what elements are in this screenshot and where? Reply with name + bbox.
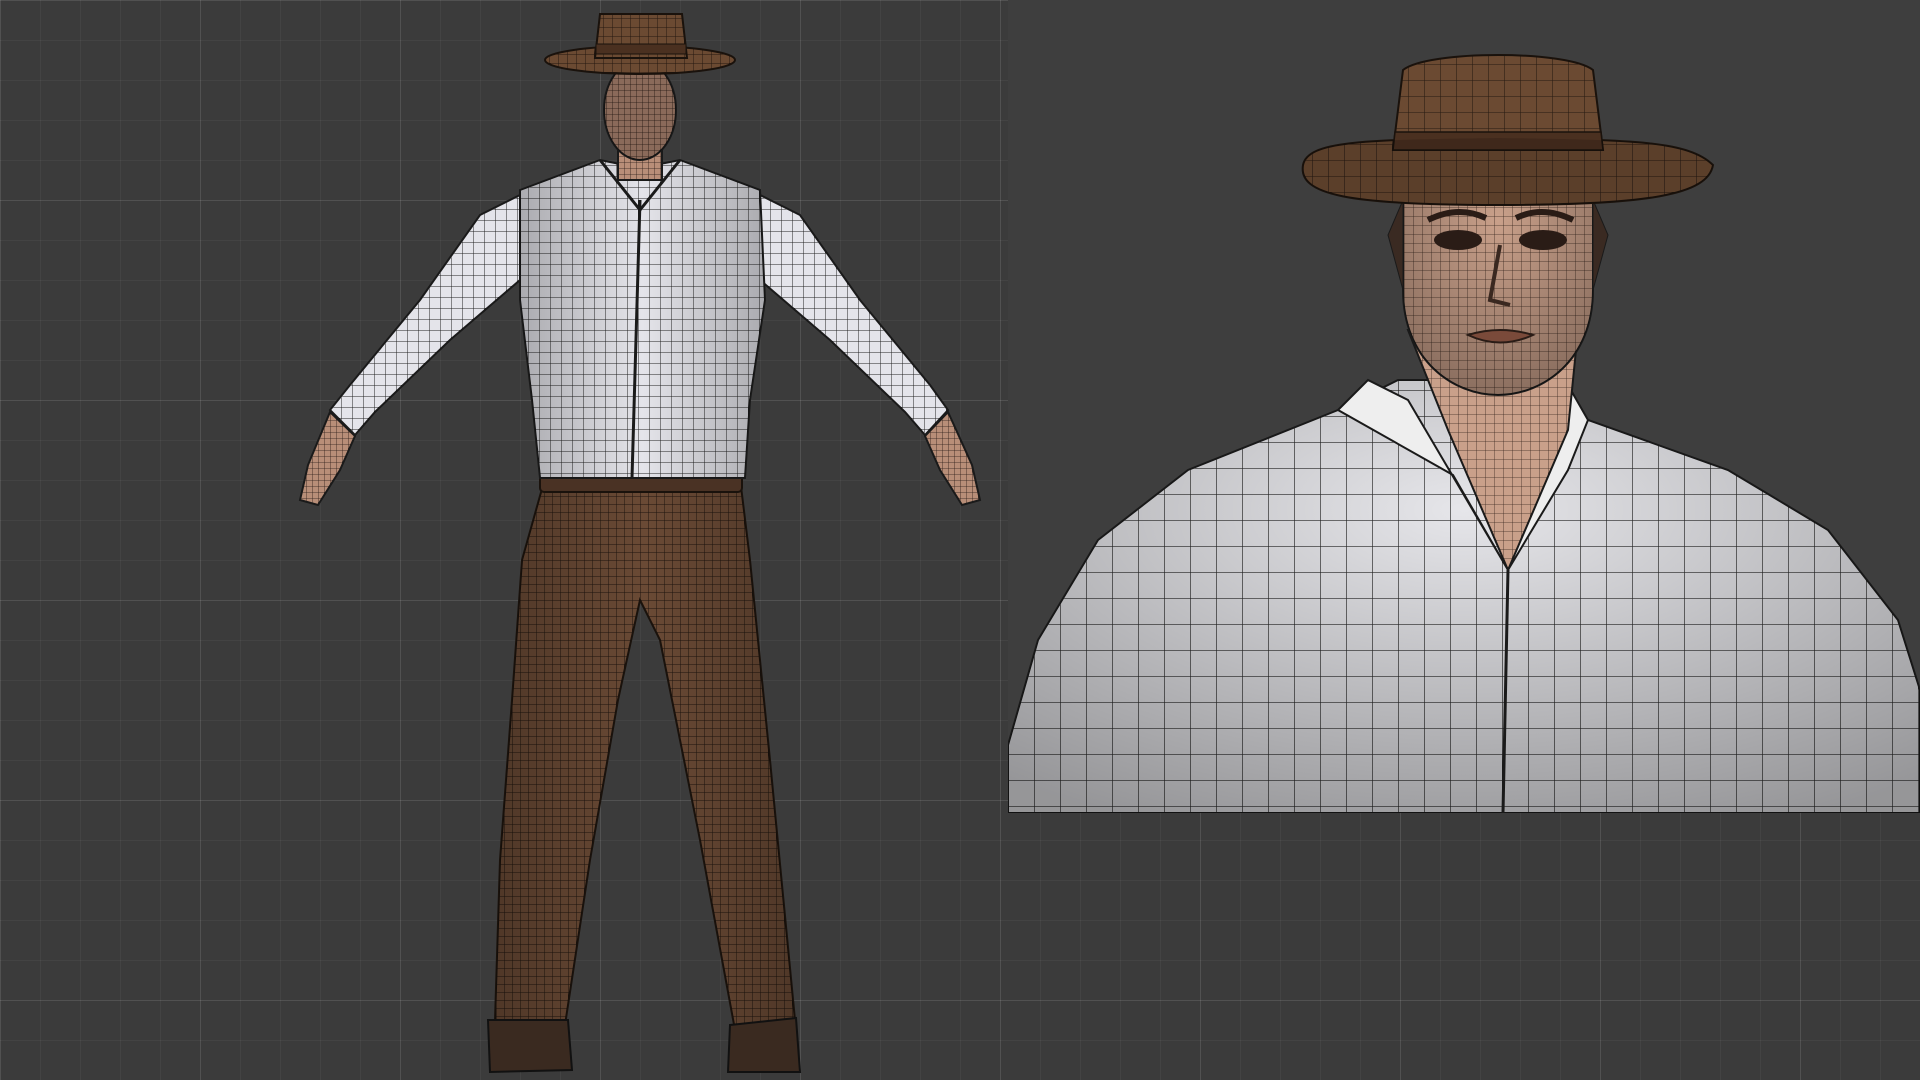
closeup-render-panel[interactable]: [1008, 0, 1920, 813]
closeup-character-model: [1008, 54, 1920, 813]
full-body-character-model[interactable]: [0, 0, 1000, 1080]
pants-mesh: [493, 477, 797, 1032]
hat-mesh: [544, 13, 736, 75]
closeup-hat-mesh: [1301, 54, 1715, 207]
shoes-mesh: [486, 1016, 802, 1074]
3d-viewport[interactable]: [0, 0, 1920, 1080]
shirt-mesh: [519, 158, 767, 479]
